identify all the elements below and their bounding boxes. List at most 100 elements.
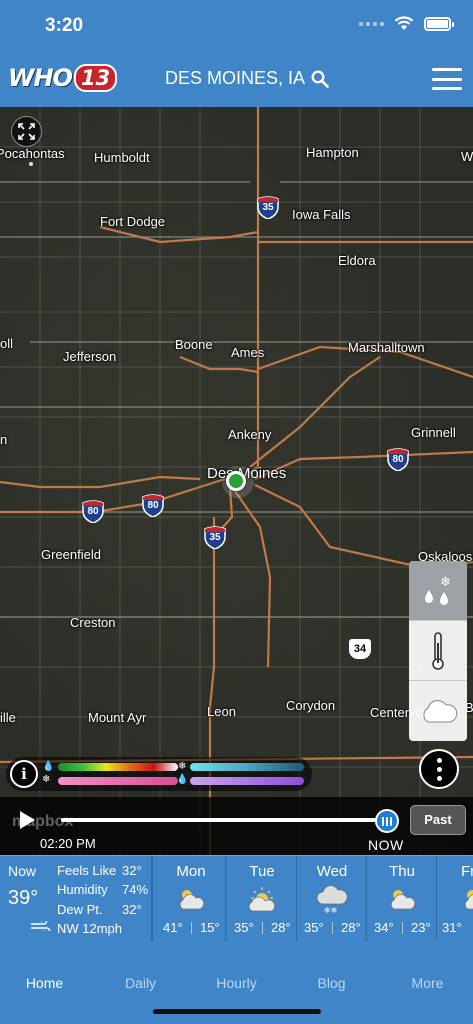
svg-text:❄: ❄: [440, 575, 451, 590]
timeline-time: 02:20 PM: [40, 836, 96, 851]
precipitation-type-icon: ❄: [425, 575, 451, 605]
city-eldora: Eldora: [338, 253, 376, 268]
forecast-strip: Now 39° Feels Like 32° Humidity 74% Dew …: [0, 855, 473, 942]
layer-clouds-button[interactable]: [409, 681, 467, 741]
forecast-high: 31°: [442, 920, 462, 935]
partly-cloudy-icon: [390, 890, 416, 910]
forecast-day[interactable]: Thu 34° 23°: [367, 856, 437, 942]
interstate-shield: 80: [81, 499, 105, 523]
current-conditions[interactable]: Now 39° Feels Like 32° Humidity 74% Dew …: [0, 856, 153, 942]
location-selector[interactable]: DES MOINES, IA: [165, 68, 329, 89]
dew-point-value: 32°: [122, 902, 142, 917]
current-temperature: 39°: [8, 887, 39, 909]
forecast-low: 15°: [200, 920, 220, 935]
forecast-high: 35°: [234, 920, 254, 935]
forecast-day-name: Mon: [176, 863, 206, 880]
station-logo[interactable]: WHO 13: [8, 63, 118, 93]
forecast-day[interactable]: Mon 41° 15°: [156, 856, 226, 942]
edge-label: oll: [0, 336, 14, 351]
ice-legend-icon: 💧: [176, 774, 189, 785]
forecast-low: 23°: [411, 920, 431, 935]
forecast-high: 41°: [163, 920, 183, 935]
forecast-day-name: Fr: [461, 863, 473, 880]
humidity-value: 74%: [122, 882, 149, 897]
temp-divider: [262, 922, 263, 934]
play-icon[interactable]: [20, 811, 35, 829]
city-des-moines: Des Moines: [207, 465, 287, 482]
layer-precipitation-button[interactable]: ❄: [409, 561, 467, 621]
city-ames: Ames: [231, 345, 265, 360]
forecast-high: 35°: [304, 920, 324, 935]
partly-sunny-icon: [248, 887, 275, 912]
tab-blog[interactable]: Blog: [284, 975, 379, 991]
city-marshalltown: Marshalltown: [348, 340, 425, 355]
edge-label: n: [0, 432, 8, 447]
mix-legend-bar: [58, 777, 178, 785]
forecast-day-name: Thu: [389, 863, 415, 880]
forecast-low: 28°: [271, 920, 291, 935]
forecast-high: 34°: [374, 920, 394, 935]
city-humboldt: Humboldt: [94, 150, 150, 165]
hamburger-menu-icon[interactable]: [432, 68, 462, 90]
forecast-day-name: Tue: [249, 863, 275, 880]
cellular-signal-icon: [359, 21, 384, 26]
forecast-day[interactable]: Fr 31°: [437, 856, 473, 942]
precipitation-legend: i 💧 ❄ ❄ 💧: [6, 757, 312, 791]
rain-legend-bar: [58, 763, 178, 771]
tab-hourly[interactable]: Hourly: [189, 975, 284, 991]
temp-divider: [402, 922, 403, 934]
feels-like-value: 32°: [122, 863, 142, 878]
city-jefferson: Jefferson: [63, 349, 117, 364]
now-title: Now: [8, 863, 37, 879]
logo-text: WHO: [8, 64, 73, 92]
ice-legend-bar: [190, 777, 304, 785]
city-fort-dodge: Fort Dodge: [100, 214, 166, 229]
past-button[interactable]: Past: [410, 805, 466, 835]
snow-legend-icon: ❄: [178, 761, 187, 772]
fullscreen-expand-icon[interactable]: [11, 116, 42, 147]
us-highway-shield: 34: [349, 639, 371, 659]
radar-timeline: mapbox 02:20 PM NOW Past: [0, 797, 473, 855]
search-icon: [311, 70, 329, 88]
current-location-marker[interactable]: [226, 471, 246, 491]
partly-cloudy-icon: [464, 890, 473, 910]
battery-icon: [424, 16, 454, 31]
feels-like-label: Feels Like: [57, 863, 117, 878]
tab-home[interactable]: Home: [0, 975, 92, 991]
timeline-slider-knob[interactable]: [375, 809, 399, 833]
interstate-shield: 80: [141, 493, 165, 517]
city-grinnell: Grinnell: [411, 425, 456, 440]
tab-more[interactable]: More: [380, 975, 473, 991]
wifi-icon: [394, 16, 414, 30]
thermometer-icon: [432, 631, 444, 670]
mix-legend-icon: ❄: [42, 774, 51, 785]
logo-number: 13: [73, 64, 118, 92]
city-corydon: Corydon: [286, 698, 336, 713]
city-iowa-falls: Iowa Falls: [292, 207, 351, 222]
interstate-shield: 80: [386, 447, 410, 471]
tab-daily[interactable]: Daily: [93, 975, 188, 991]
city-ankeny: Ankeny: [228, 427, 272, 442]
interstate-shield: 35: [256, 195, 280, 219]
forecast-day[interactable]: Wed ❄❄ 35° 28°: [297, 856, 367, 942]
city-greenfield: Greenfield: [41, 547, 101, 562]
edge-label: W: [461, 149, 473, 164]
svg-text:❄❄: ❄❄: [324, 906, 337, 914]
edge-label: ille: [0, 710, 16, 725]
snow-legend-bar: [190, 763, 304, 771]
snow-icon: ❄❄: [316, 886, 348, 914]
city-pocahontas: Pocahontas: [0, 146, 65, 161]
layer-temperature-button[interactable]: [409, 621, 467, 681]
app-header: 3:20 WHO 13 DES MOINES, IA: [0, 0, 473, 107]
wind-icon: [31, 921, 51, 931]
forecast-day[interactable]: Tue 35° 28°: [227, 856, 297, 942]
dew-point-label: Dew Pt.: [57, 902, 103, 917]
radar-map[interactable]: Pocahontas Humboldt Hampton Fort Dodge I…: [0, 107, 473, 855]
info-icon[interactable]: i: [10, 760, 38, 788]
city-leon: Leon: [207, 704, 236, 719]
forecast-day-name: Wed: [316, 863, 348, 880]
map-options-button[interactable]: [419, 749, 459, 789]
timeline-track[interactable]: [61, 818, 383, 822]
humidity-label: Humidity: [57, 882, 108, 897]
location-label: DES MOINES, IA: [165, 68, 306, 88]
